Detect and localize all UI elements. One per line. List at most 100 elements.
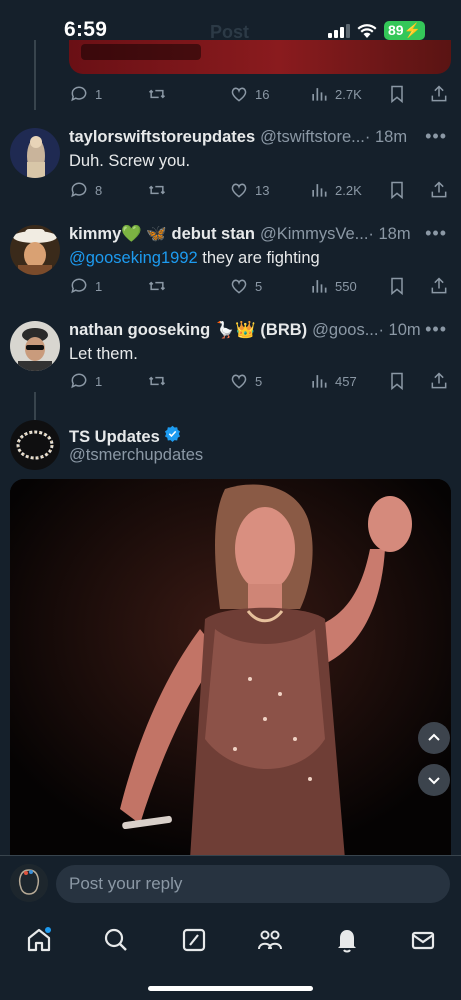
user-handle[interactable]: @goos... [312,321,378,340]
views-count: 457 [335,373,357,389]
like-count: 16 [255,86,270,102]
tab-communities[interactable] [255,925,285,955]
display-name[interactable]: kimmy💚 🦋 debut stan [69,225,255,244]
thread-line [34,392,36,420]
reply-button[interactable]: 1 [69,371,102,391]
like-button[interactable]: 5 [229,276,262,296]
bookmark-button[interactable] [387,276,407,296]
scroll-up-button[interactable] [418,722,450,754]
scroll-down-button[interactable] [418,764,450,796]
reply-count: 1 [95,278,103,294]
more-options-icon[interactable]: ••• [425,319,447,340]
heart-icon [231,183,247,198]
video-media[interactable] [10,479,451,859]
user-handle[interactable]: @KimmysVe... [260,225,368,244]
avatar[interactable] [10,225,60,275]
wifi-icon [357,24,377,38]
views-button[interactable]: 2.7K [309,84,362,104]
communities-icon [258,930,282,950]
tab-notifications[interactable] [332,925,362,955]
previous-tweet-media[interactable] [69,40,451,74]
display-name[interactable]: nathan gooseking 🪿👑 (BRB) [69,321,307,340]
views-icon [312,88,327,101]
repost-button[interactable] [147,84,167,104]
reply-icon [71,182,87,198]
like-button[interactable]: 13 [229,180,269,200]
user-handle[interactable]: @tsmerchupdates [69,446,203,465]
views-count: 2.2K [335,182,362,198]
more-options-icon[interactable]: ••• [425,223,447,244]
tweet-actions: 1 5 550 [69,276,451,300]
timestamp[interactable]: · 18m [368,225,410,244]
timestamp[interactable]: · 18m [365,128,407,147]
verified-badge-icon [164,425,180,442]
heart-icon [231,374,247,389]
reply-composer: Post your reply [0,855,461,913]
timestamp[interactable]: · 10m [378,321,420,340]
bookmark-icon [391,181,403,200]
share-button[interactable] [429,371,449,391]
views-button[interactable]: 457 [309,371,357,391]
avatar[interactable] [10,321,60,371]
share-icon [431,277,447,294]
reply-icon [71,86,87,102]
bookmark-button[interactable] [387,84,407,104]
performer-image [10,479,451,859]
home-icon [27,927,51,952]
reply-button[interactable]: 8 [69,180,102,200]
repost-button[interactable] [147,371,167,391]
more-options-icon[interactable]: ••• [425,126,447,147]
tweet-text: @gooseking1992 they are fighting [69,249,320,268]
thread-line [34,40,36,110]
messages-icon [411,931,435,950]
like-button[interactable]: 5 [229,371,262,391]
mention-link[interactable]: @gooseking1992 [69,249,198,267]
tab-messages[interactable] [408,925,438,955]
repost-icon [148,376,166,386]
bookmark-icon [391,85,403,104]
avatar[interactable] [10,128,60,178]
reply-button[interactable]: 1 [69,84,102,104]
bookmark-button[interactable] [387,180,407,200]
repost-button[interactable] [147,180,167,200]
views-button[interactable]: 2.2K [309,180,362,200]
tab-grok[interactable] [179,925,209,955]
cellular-icon [327,23,350,38]
avatar[interactable] [10,864,48,902]
charging-icon: ⚡ [403,22,421,38]
tab-home[interactable] [24,925,54,955]
like-count: 5 [255,373,263,389]
tweet-text-body: they are fighting [197,249,320,267]
share-button[interactable] [429,276,449,296]
like-count: 5 [255,278,263,294]
reply-input[interactable]: Post your reply [56,865,450,903]
tweet-header: nathan gooseking 🪿👑 (BRB) @goos... · 10m [69,321,425,340]
views-button[interactable]: 550 [309,276,357,296]
previous-tweet-actions: 1 16 2.7K [69,84,451,108]
views-icon [312,184,327,197]
repost-button[interactable] [147,276,167,296]
like-button[interactable]: 16 [229,84,269,104]
display-name[interactable]: TS Updates [69,428,160,447]
display-name[interactable]: taylorswiftstoreupdates [69,128,255,147]
heart-icon [231,279,247,294]
avatar[interactable] [10,420,60,470]
battery-indicator: 89⚡ [383,21,425,40]
search-icon [104,928,127,951]
tab-search[interactable] [101,925,131,955]
repost-icon [148,89,166,99]
share-button[interactable] [429,180,449,200]
user-handle[interactable]: @tswiftstore... [260,128,365,147]
notifications-icon [338,930,356,953]
bookmark-icon [391,277,403,296]
quoted-header: TS Updates [69,425,425,447]
share-button[interactable] [429,84,449,104]
reply-count: 8 [95,182,103,198]
home-indicator[interactable] [148,986,313,991]
tweet-header: taylorswiftstoreupdates @tswiftstore... … [69,128,425,147]
battery-level: 89 [387,22,404,38]
views-count: 550 [335,278,357,294]
bookmark-button[interactable] [387,371,407,391]
views-icon [312,280,327,293]
reply-button[interactable]: 1 [69,276,102,296]
